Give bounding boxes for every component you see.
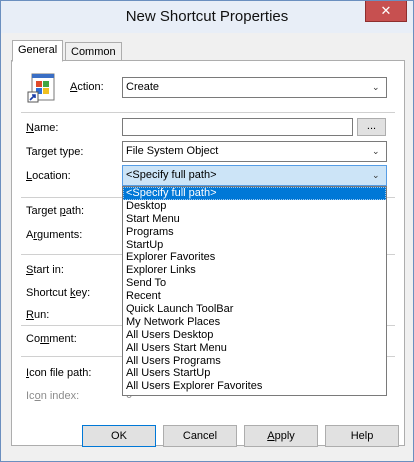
- chevron-down-icon: ⌄: [372, 146, 380, 156]
- shortcut-icon: [27, 73, 55, 103]
- start-in-label: Start in:: [26, 264, 64, 276]
- location-option[interactable]: Start Menu: [123, 213, 386, 226]
- target-type-label: Target type:: [26, 146, 84, 158]
- action-value: Create: [126, 81, 160, 93]
- tab-general[interactable]: General: [12, 40, 64, 62]
- help-button[interactable]: Help: [325, 425, 399, 447]
- ok-button[interactable]: OK: [82, 425, 156, 447]
- location-label: Location:: [26, 170, 71, 182]
- location-option[interactable]: All Users Explorer Favorites: [123, 380, 386, 393]
- location-option[interactable]: <Specify full path>: [123, 187, 386, 200]
- target-type-value: File System Object: [126, 145, 219, 157]
- target-type-select[interactable]: File System Object ⌄: [122, 141, 387, 162]
- location-option[interactable]: Send To: [123, 277, 386, 290]
- location-select[interactable]: <Specify full path> ⌄: [122, 165, 387, 186]
- location-option[interactable]: Programs: [123, 226, 386, 239]
- action-label: Action:: [70, 81, 104, 93]
- location-option[interactable]: Quick Launch ToolBar: [123, 303, 386, 316]
- dialog-content: General Common Action: Create ⌄ Name: ..…: [1, 33, 413, 461]
- close-button[interactable]: ✕: [365, 1, 407, 22]
- name-label: Name:: [26, 122, 59, 134]
- location-dropdown-list[interactable]: <Specify full path> Desktop Start Menu P…: [122, 186, 387, 396]
- location-option[interactable]: StartUp: [123, 239, 386, 252]
- location-option[interactable]: Desktop: [123, 200, 386, 213]
- icon-index-label: Icon index:: [26, 390, 80, 402]
- chevron-down-icon: ⌄: [372, 170, 380, 180]
- dialog-window: New Shortcut Properties ✕ General Common…: [0, 0, 414, 462]
- run-label: Run:: [26, 309, 50, 321]
- title-bar[interactable]: New Shortcut Properties ✕: [1, 1, 413, 33]
- separator: [21, 112, 395, 113]
- target-path-label: Target path:: [26, 205, 85, 217]
- action-select[interactable]: Create ⌄: [122, 77, 387, 98]
- location-value: <Specify full path>: [126, 169, 217, 181]
- tab-common[interactable]: Common: [65, 42, 122, 62]
- location-option[interactable]: All Users Programs: [123, 355, 386, 368]
- arguments-label: Arguments:: [26, 229, 83, 241]
- location-option[interactable]: Recent: [123, 290, 386, 303]
- name-input[interactable]: [122, 118, 353, 136]
- browse-button[interactable]: ...: [357, 118, 386, 136]
- location-option[interactable]: Explorer Links: [123, 264, 386, 277]
- location-option[interactable]: All Users Desktop: [123, 329, 386, 342]
- location-option[interactable]: All Users Start Menu: [123, 342, 386, 355]
- comment-label: Comment:: [26, 333, 77, 345]
- location-option[interactable]: My Network Places: [123, 316, 386, 329]
- shortcut-key-label: Shortcut key:: [26, 287, 91, 299]
- location-option[interactable]: Explorer Favorites: [123, 251, 386, 264]
- location-option[interactable]: All Users StartUp: [123, 367, 386, 380]
- chevron-down-icon: ⌄: [372, 82, 380, 92]
- apply-button[interactable]: Apply: [244, 425, 318, 447]
- icon-file-path-label: Icon file path:: [26, 367, 92, 379]
- window-title: New Shortcut Properties: [125, 8, 289, 25]
- cancel-button[interactable]: Cancel: [163, 425, 237, 447]
